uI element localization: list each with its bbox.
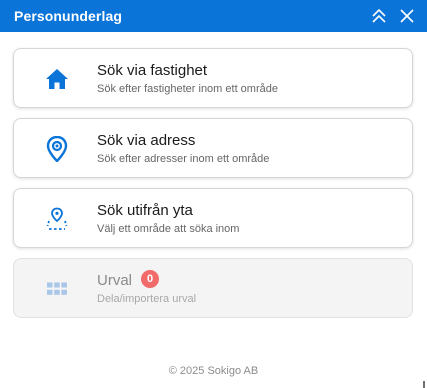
option-subtitle: Sök efter fastigheter inom ett område bbox=[97, 83, 278, 95]
option-title: Sök utifrån yta bbox=[97, 202, 193, 219]
close-icon[interactable] bbox=[397, 6, 417, 26]
copyright-footer: © 2025 Sokigo AB bbox=[168, 365, 259, 377]
option-title: Urval bbox=[97, 272, 133, 289]
double-chevron-up-icon[interactable] bbox=[369, 6, 389, 26]
option-search-property[interactable]: Sök via fastighet Sök efter fastigheter … bbox=[13, 48, 413, 108]
location-pin-icon bbox=[44, 136, 70, 162]
area-pin-icon bbox=[44, 206, 70, 232]
selection-count-badge: 0 bbox=[141, 270, 159, 288]
resize-handle[interactable] bbox=[416, 377, 425, 388]
grid-selection-icon bbox=[44, 276, 70, 302]
option-search-address[interactable]: Sök via adress Sök efter adresser inom e… bbox=[13, 118, 413, 178]
option-title: Sök via fastighet bbox=[97, 62, 208, 79]
option-selection: Urval 0 Dela/importera urval bbox=[13, 258, 413, 318]
option-subtitle: Sök efter adresser inom ett område bbox=[97, 153, 270, 165]
home-icon bbox=[44, 66, 70, 92]
header-actions bbox=[369, 6, 417, 26]
panel-header: Personunderlag bbox=[0, 0, 427, 32]
option-search-area[interactable]: Sök utifrån yta Välj ett område att söka… bbox=[13, 188, 413, 248]
option-subtitle: Dela/importera urval bbox=[97, 293, 197, 305]
search-options-list: Sök via fastighet Sök efter fastigheter … bbox=[13, 48, 413, 328]
panel-title: Personunderlag bbox=[14, 8, 122, 24]
option-subtitle: Välj ett område att söka inom bbox=[97, 223, 240, 235]
option-title: Sök via adress bbox=[97, 132, 196, 149]
